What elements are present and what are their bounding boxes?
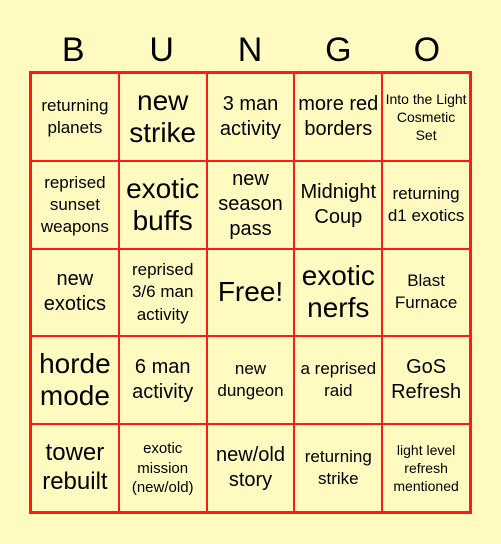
bingo-cell[interactable]: tower rebuilt bbox=[31, 424, 119, 512]
header-letter-b: B bbox=[61, 31, 85, 69]
bingo-cell[interactable]: reprised sunset weapons bbox=[31, 160, 119, 249]
bingo-cell[interactable]: exotic buffs bbox=[118, 160, 207, 249]
header-letter-g: G bbox=[325, 31, 352, 69]
bingo-cell[interactable]: GoS Refresh bbox=[382, 336, 470, 425]
bingo-cell[interactable]: more red borders bbox=[294, 73, 383, 161]
header-letter-u: U bbox=[149, 31, 174, 69]
free-space-cell[interactable]: Free! bbox=[206, 248, 295, 337]
bingo-cell[interactable]: exotic mission (new/old) bbox=[118, 424, 207, 512]
bingo-cell[interactable]: new/old story bbox=[206, 424, 295, 512]
bingo-cell[interactable]: exotic nerfs bbox=[294, 248, 383, 337]
bingo-cell[interactable]: returning planets bbox=[31, 73, 119, 161]
bingo-cell[interactable]: horde mode bbox=[31, 336, 119, 425]
header-letter-o: O bbox=[413, 31, 441, 69]
bingo-cell[interactable]: Midnight Coup bbox=[294, 160, 383, 249]
bingo-cell[interactable]: reprised 3/6 man activity bbox=[118, 248, 207, 337]
bingo-cell[interactable]: returning strike bbox=[294, 424, 383, 512]
bingo-cell[interactable]: Blast Furnace bbox=[382, 248, 470, 337]
bingo-cell[interactable]: returning d1 exotics bbox=[382, 160, 470, 249]
bingo-cell[interactable]: new exotics bbox=[31, 248, 119, 337]
bingo-board: returning planets new strike 3 man activ… bbox=[29, 71, 472, 514]
bingo-cell[interactable]: a reprised raid bbox=[294, 336, 383, 425]
bingo-cell[interactable]: new dungeon bbox=[206, 336, 295, 425]
bingo-cell[interactable]: new season pass bbox=[206, 160, 295, 249]
bingo-cell[interactable]: Into the Light Cosmetic Set bbox=[382, 73, 470, 161]
header-letter-n: N bbox=[237, 31, 263, 69]
bingo-cell[interactable]: new strike bbox=[118, 73, 207, 161]
bingo-header: B U N G O bbox=[29, 28, 471, 72]
bingo-cell[interactable]: 6 man activity bbox=[118, 336, 207, 425]
bingo-cell[interactable]: light level refresh mentioned bbox=[382, 424, 470, 512]
bingo-cell[interactable]: 3 man activity bbox=[206, 73, 295, 161]
